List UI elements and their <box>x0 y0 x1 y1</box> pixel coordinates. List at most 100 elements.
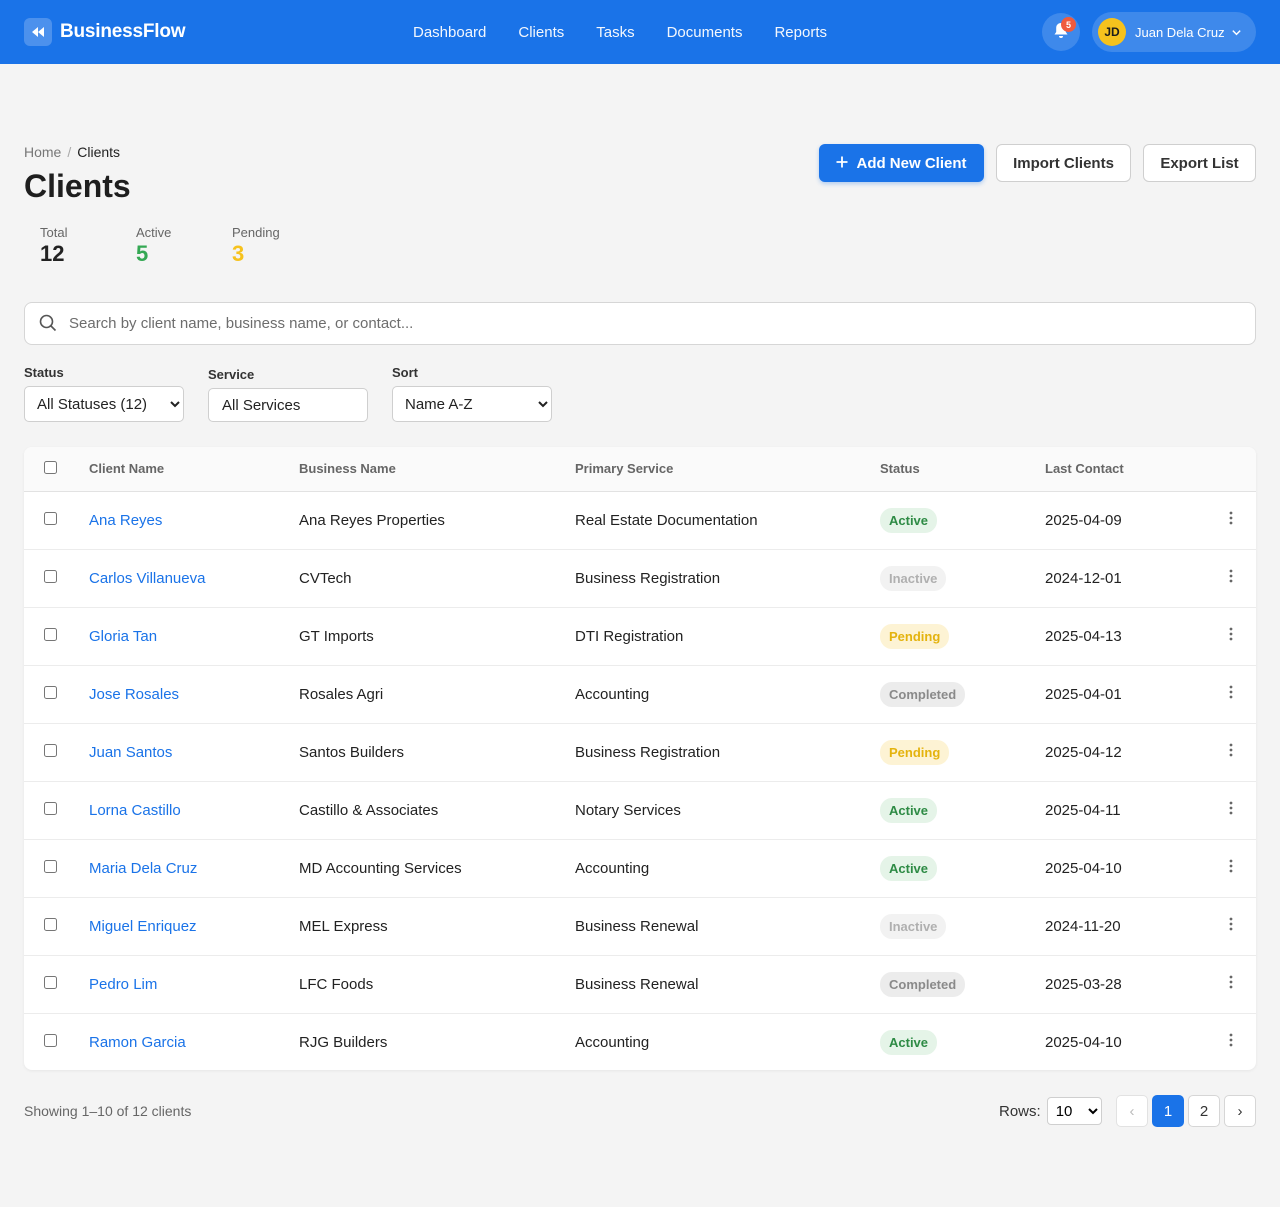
user-name: Juan Dela Cruz <box>1135 24 1225 40</box>
nav-tasks[interactable]: Tasks <box>596 24 634 41</box>
breadcrumb-home[interactable]: Home <box>24 144 61 160</box>
brand[interactable]: BusinessFlow <box>24 18 186 46</box>
row-checkbox[interactable] <box>44 859 57 873</box>
row-checkbox[interactable] <box>44 917 57 931</box>
client-name-link[interactable]: Ramon Garcia <box>89 1034 186 1051</box>
status-filter-select[interactable]: All Statuses (12) <box>24 386 184 422</box>
row-checkbox[interactable] <box>44 801 57 815</box>
last-contact-cell: 2025-04-01 <box>1045 685 1122 703</box>
notifications-button[interactable]: 5 <box>1042 13 1080 51</box>
more-vertical-icon[interactable] <box>1229 801 1233 819</box>
page-1-button[interactable]: 1 <box>1152 1095 1184 1127</box>
page-2-button[interactable]: 2 <box>1188 1095 1220 1127</box>
col-header-primary-service[interactable]: Primary Service <box>575 447 880 492</box>
stat-value: 12 <box>40 241 65 266</box>
last-contact-cell: 2025-03-28 <box>1045 975 1122 993</box>
more-vertical-icon[interactable] <box>1229 685 1233 703</box>
status-badge: Inactive <box>880 565 947 591</box>
col-header-last-contact[interactable]: Last Contact <box>1045 447 1205 492</box>
status-cell: Active <box>880 1013 1045 1070</box>
more-vertical-icon[interactable] <box>1229 975 1233 993</box>
business-name-cell: GT Imports <box>299 627 374 645</box>
table-row[interactable]: Gloria Tan GT Imports DTI Registration Pend… <box>24 607 1256 665</box>
user-menu[interactable]: JD Juan Dela Cruz <box>1092 12 1256 52</box>
client-name-cell: Miguel Enriquez <box>89 897 299 955</box>
export-list-button[interactable]: Export List <box>1143 144 1256 182</box>
col-header-client-name[interactable]: Client Name <box>89 447 299 492</box>
table-row[interactable]: Maria Dela Cruz MD Accounting Services Acc… <box>24 839 1256 897</box>
col-header-status[interactable]: Status <box>880 447 1045 492</box>
client-name-link[interactable]: Lorna Castillo <box>89 802 181 819</box>
client-name-link[interactable]: Gloria Tan <box>89 628 157 645</box>
status-cell: Completed <box>880 955 1045 1013</box>
main-nav: Dashboard Clients Tasks Documents Report… <box>413 24 827 41</box>
next-page-button[interactable]: › <box>1224 1095 1256 1127</box>
top-navbar: BusinessFlow Dashboard Clients Tasks Doc… <box>0 0 1280 64</box>
row-select-cell <box>24 955 89 1013</box>
row-checkbox[interactable] <box>44 975 57 989</box>
table-row[interactable]: Pedro Lim LFC Foods Business Renewal Comple… <box>24 955 1256 1013</box>
primary-service-cell: Accounting <box>575 685 650 703</box>
client-name-link[interactable]: Maria Dela Cruz <box>89 860 197 877</box>
sort-select[interactable]: Name A-Z <box>392 386 552 422</box>
last-contact-cell: 2025-04-11 <box>1045 801 1121 819</box>
row-checkbox[interactable] <box>44 685 57 699</box>
nav-clients[interactable]: Clients <box>518 24 564 41</box>
nav-reports[interactable]: Reports <box>774 24 827 41</box>
client-name-link[interactable]: Ana Reyes <box>89 512 162 529</box>
table-row[interactable]: Ana Reyes Ana Reyes Properties Real Estate… <box>24 491 1256 549</box>
table-row[interactable]: Lorna Castillo Castillo & Associates Notar… <box>24 781 1256 839</box>
more-vertical-icon[interactable] <box>1229 569 1233 587</box>
row-select-cell <box>24 781 89 839</box>
status-cell: Inactive <box>880 549 1045 607</box>
business-name-cell: MD Accounting Services <box>299 859 462 877</box>
row-select-cell <box>24 839 89 897</box>
more-vertical-icon[interactable] <box>1229 859 1233 877</box>
table-row[interactable]: Jose Rosales Rosales Agri Accounting Comple… <box>24 665 1256 723</box>
table-row[interactable]: Ramon Garcia RJG Builders Accounting Active… <box>24 1013 1256 1070</box>
service-filter-input[interactable]: All Services <box>208 388 368 422</box>
nav-dashboard[interactable]: Dashboard <box>413 24 486 41</box>
client-name-link[interactable]: Carlos Villanueva <box>89 570 205 587</box>
pagination-summary: Showing 1–10 of 12 clients <box>24 1103 192 1119</box>
status-cell: Pending <box>880 607 1045 665</box>
more-vertical-icon[interactable] <box>1229 1033 1233 1051</box>
row-actions-cell <box>1205 1013 1256 1070</box>
business-name-cell: LFC Foods <box>299 975 374 993</box>
more-vertical-icon[interactable] <box>1229 511 1233 529</box>
client-name-link[interactable]: Pedro Lim <box>89 976 157 993</box>
row-actions-cell <box>1205 607 1256 665</box>
client-name-link[interactable]: Juan Santos <box>89 744 172 761</box>
primary-service-cell: Real Estate Documentation <box>575 511 758 529</box>
status-badge: Pending <box>880 739 950 765</box>
row-checkbox[interactable] <box>44 743 57 757</box>
import-clients-button[interactable]: Import Clients <box>996 144 1131 182</box>
client-name-link[interactable]: Miguel Enriquez <box>89 918 197 935</box>
more-vertical-icon[interactable] <box>1229 743 1233 761</box>
more-vertical-icon[interactable] <box>1229 917 1233 935</box>
status-cell: Active <box>880 781 1045 839</box>
stat-value: 3 <box>232 241 245 266</box>
row-checkbox[interactable] <box>44 1033 57 1047</box>
add-new-client-button[interactable]: Add New Client <box>819 144 984 182</box>
nav-documents[interactable]: Documents <box>667 24 743 41</box>
table-row[interactable]: Miguel Enriquez MEL Express Business Renew… <box>24 897 1256 955</box>
status-badge: Completed <box>880 971 966 997</box>
status-badge: Pending <box>880 623 950 649</box>
table-row[interactable]: Carlos Villanueva CVTech Business Registra… <box>24 549 1256 607</box>
row-checkbox[interactable] <box>44 511 57 525</box>
row-checkbox[interactable] <box>44 569 57 583</box>
rewind-icon <box>24 18 52 46</box>
more-vertical-icon[interactable] <box>1229 627 1233 645</box>
row-checkbox[interactable] <box>44 627 57 641</box>
status-badge: Active <box>880 855 938 881</box>
client-name-link[interactable]: Jose Rosales <box>89 686 179 703</box>
select-all-checkbox[interactable] <box>44 460 57 474</box>
search-box <box>24 302 1256 345</box>
table-row[interactable]: Juan Santos Santos Builders Business Regis… <box>24 723 1256 781</box>
col-header-business-name[interactable]: Business Name <box>299 447 575 492</box>
search-input[interactable] <box>69 303 1239 344</box>
prev-page-button[interactable]: ‹ <box>1116 1095 1148 1127</box>
service-filter-label: Service <box>208 367 255 382</box>
rows-per-page-select[interactable]: 10 <box>1046 1097 1102 1125</box>
